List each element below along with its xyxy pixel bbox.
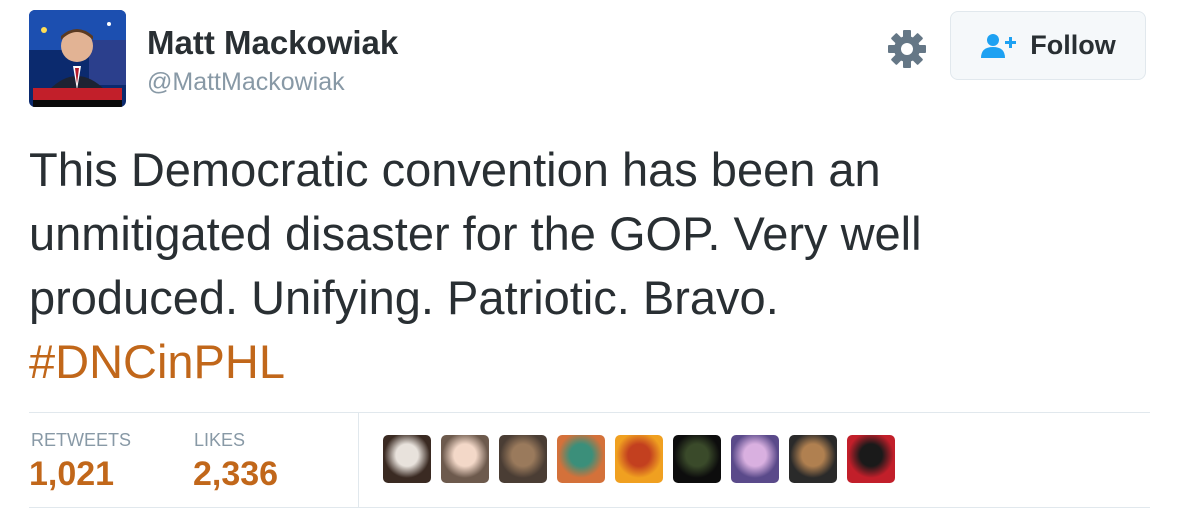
tweet-line: This Democratic convention has been an [29, 143, 881, 196]
divider [29, 412, 1150, 413]
follow-button[interactable]: Follow [950, 11, 1146, 80]
retweets-count[interactable]: 1,021 [29, 455, 114, 494]
likes-label: LIKES [194, 430, 246, 450]
gear-icon[interactable] [886, 28, 928, 70]
avatar-image [29, 10, 126, 107]
liker-avatar[interactable] [557, 435, 605, 483]
likes-count[interactable]: 2,336 [193, 455, 278, 494]
tweet-line: unmitigated disaster for the GOP. Very w… [29, 207, 922, 260]
liker-avatar[interactable] [441, 435, 489, 483]
tweet-text: This Democratic convention has been an u… [29, 138, 1149, 394]
liker-avatar[interactable] [673, 435, 721, 483]
liker-avatar[interactable] [731, 435, 779, 483]
retweets-label: RETWEETS [31, 430, 132, 450]
liker-avatar[interactable] [499, 435, 547, 483]
hashtag-link[interactable]: #DNCinPHL [29, 330, 1149, 394]
stats-separator [358, 413, 359, 507]
tweet-line: produced. Unifying. Patriotic. Bravo. [29, 271, 779, 324]
author-name[interactable]: Matt Mackowiak [147, 24, 398, 62]
author-avatar[interactable] [29, 10, 126, 107]
liker-avatar[interactable] [847, 435, 895, 483]
add-user-icon [981, 33, 1017, 58]
author-handle[interactable]: @MattMackowiak [147, 68, 345, 97]
follow-label: Follow [1030, 30, 1116, 60]
likers-avatars [383, 435, 905, 483]
liker-avatar[interactable] [383, 435, 431, 483]
divider [29, 507, 1150, 508]
liker-avatar[interactable] [615, 435, 663, 483]
liker-avatar[interactable] [789, 435, 837, 483]
